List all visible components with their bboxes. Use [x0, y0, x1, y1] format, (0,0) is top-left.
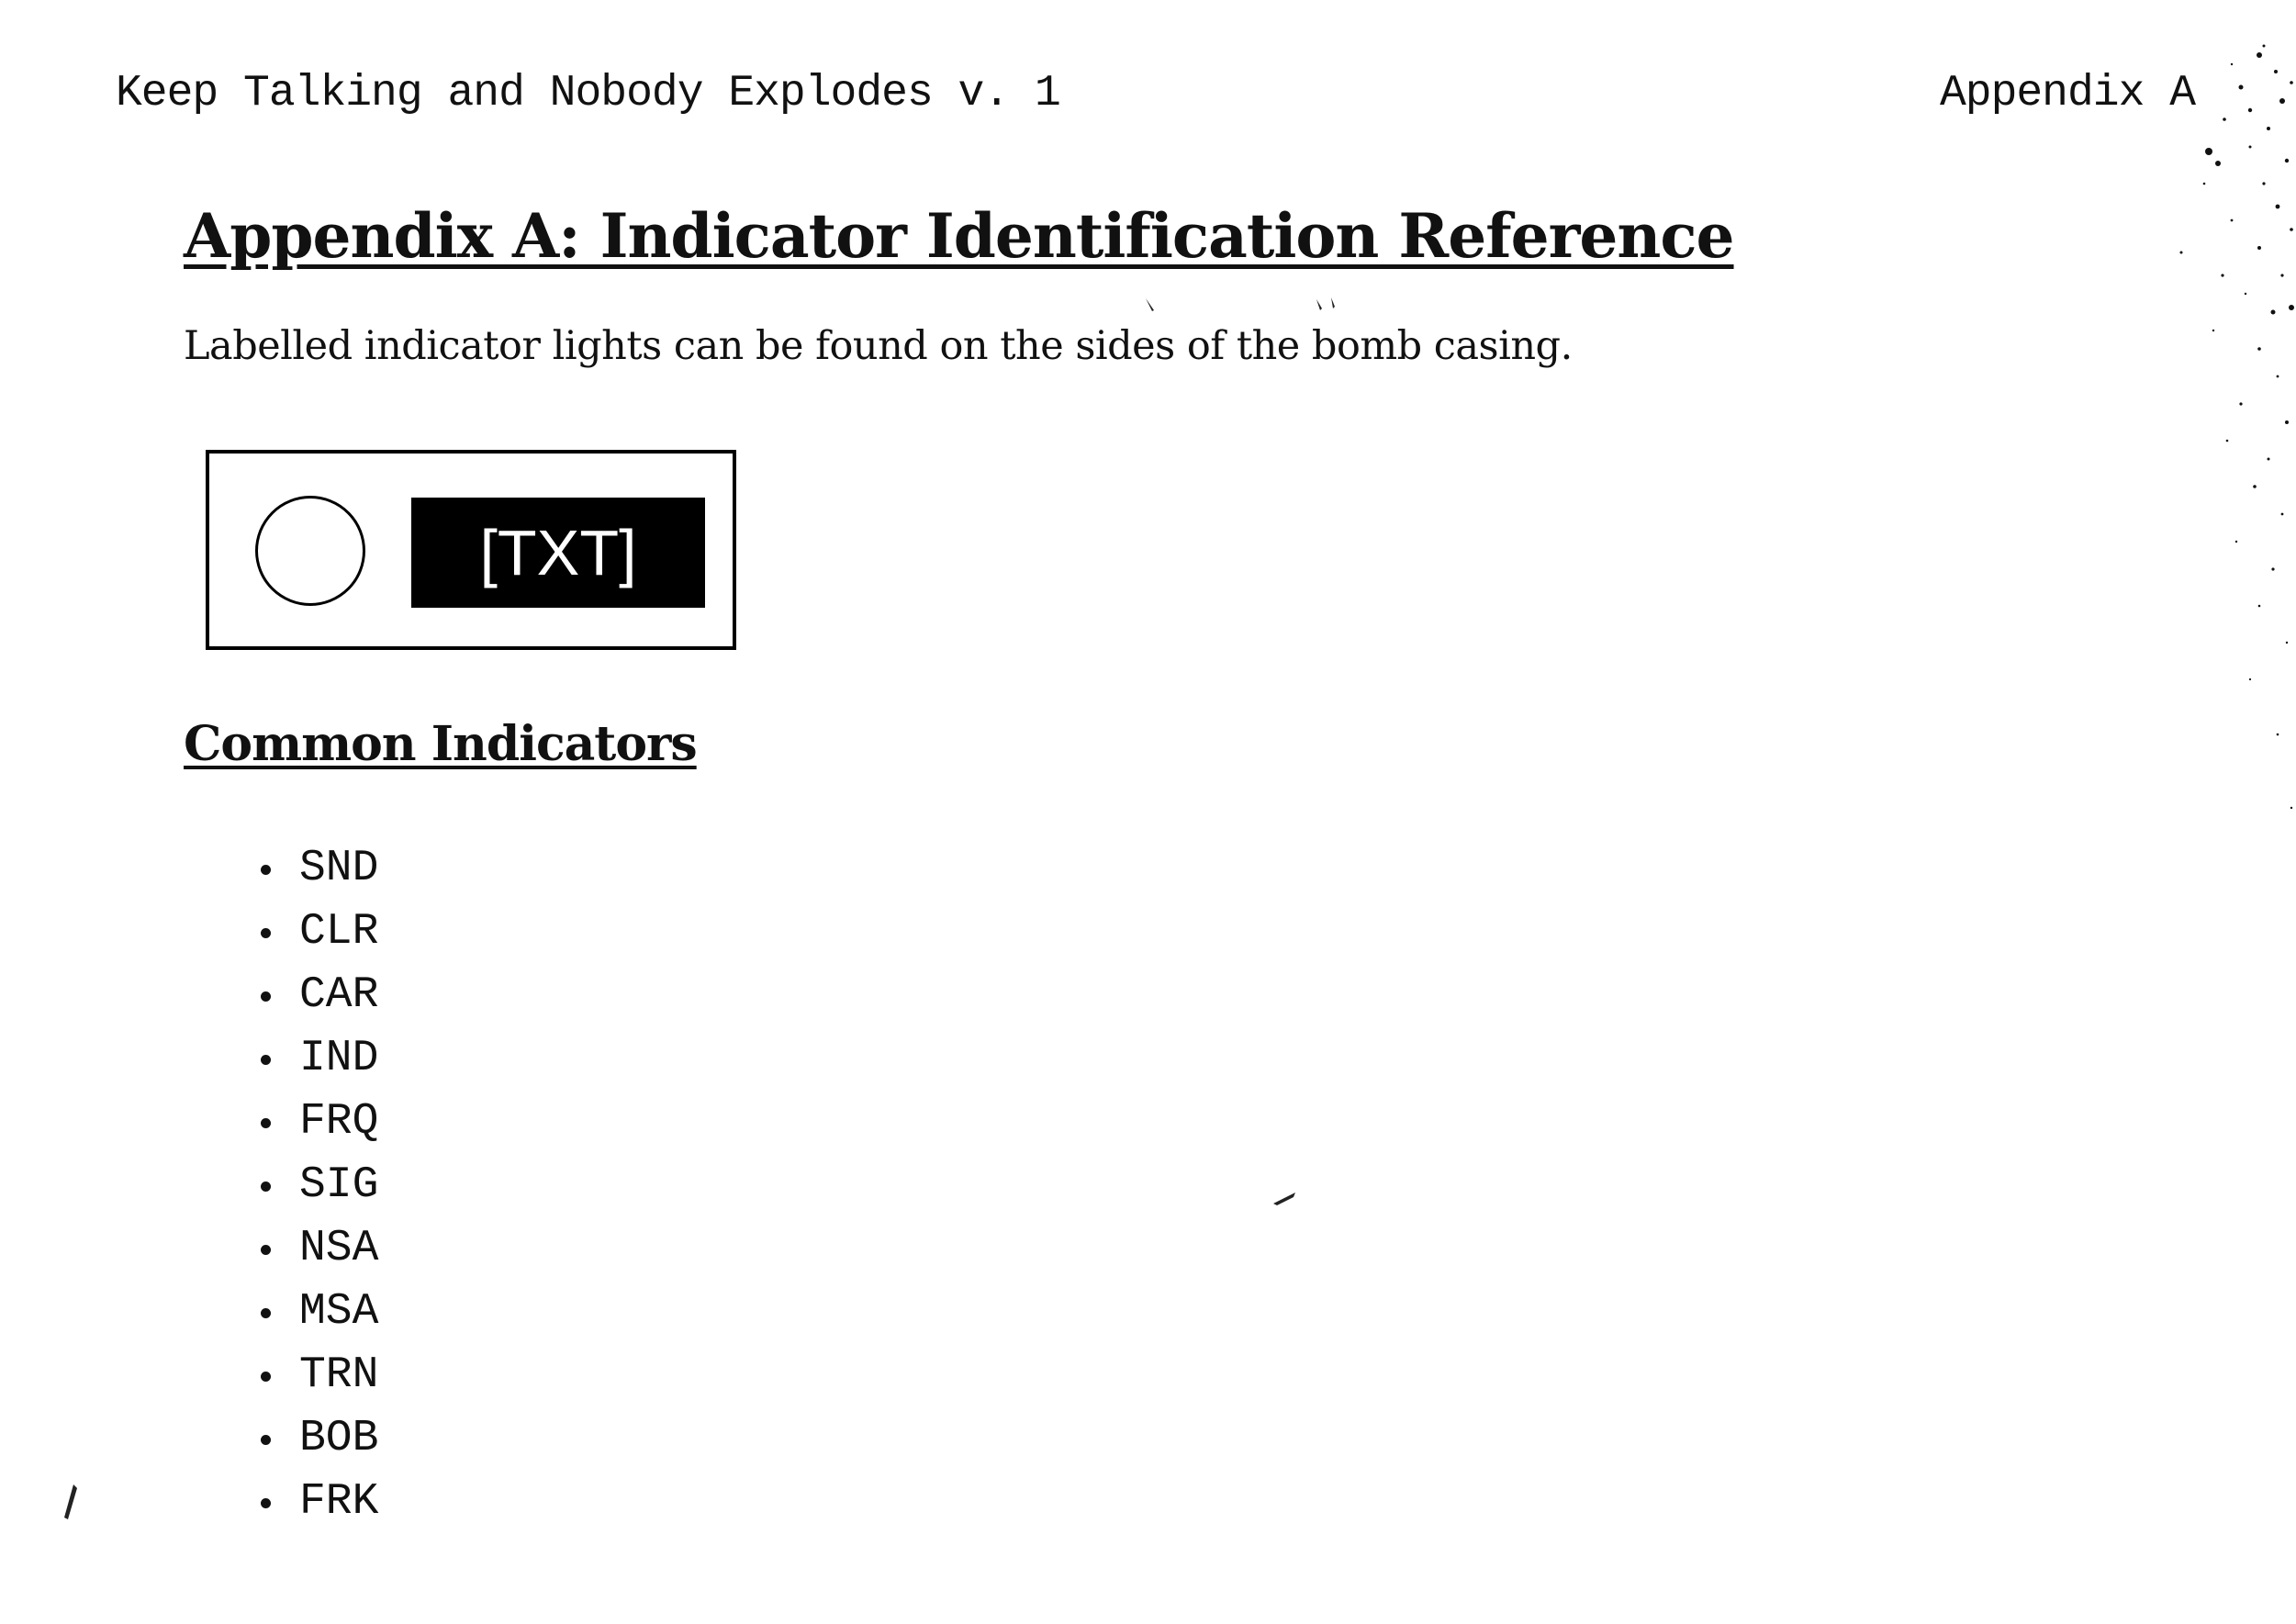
- list-item: TRN: [260, 1344, 378, 1407]
- list-item: BOB: [260, 1407, 378, 1471]
- list-item: SND: [260, 837, 378, 901]
- indicator-light-icon: [255, 496, 365, 606]
- ink-speckle-texture: [2179, 44, 2294, 810]
- indicator-label: [TXT]: [411, 498, 705, 608]
- intro-text: Labelled indicator lights can be found o…: [184, 323, 1573, 369]
- indicator-diagram: [TXT]: [206, 450, 736, 650]
- list-item: FRK: [260, 1471, 378, 1534]
- list-item: IND: [260, 1027, 378, 1091]
- list-item: SIG: [260, 1154, 378, 1217]
- page-title: Appendix A: Indicator Identification Ref…: [184, 200, 1735, 272]
- indicator-list: SND CLR CAR IND FRQ SIG NSA MSA TRN BOB …: [184, 837, 378, 1534]
- header-section-label: Appendix A: [1939, 69, 2196, 118]
- ink-mark: [1146, 298, 1154, 311]
- ink-mark: [64, 1484, 77, 1519]
- page-header: Keep Talking and Nobody Explodes v. 1 Ap…: [116, 66, 2196, 121]
- list-item: NSA: [260, 1217, 378, 1281]
- ink-mark: [1316, 297, 1335, 310]
- list-item: MSA: [260, 1281, 378, 1344]
- header-manual-title: Keep Talking and Nobody Explodes v. 1: [116, 69, 1061, 118]
- list-item: CAR: [260, 964, 378, 1027]
- ink-mark: [1273, 1193, 1295, 1205]
- section-heading: Common Indicators: [184, 716, 698, 772]
- list-item: CLR: [260, 901, 378, 964]
- list-item: FRQ: [260, 1091, 378, 1154]
